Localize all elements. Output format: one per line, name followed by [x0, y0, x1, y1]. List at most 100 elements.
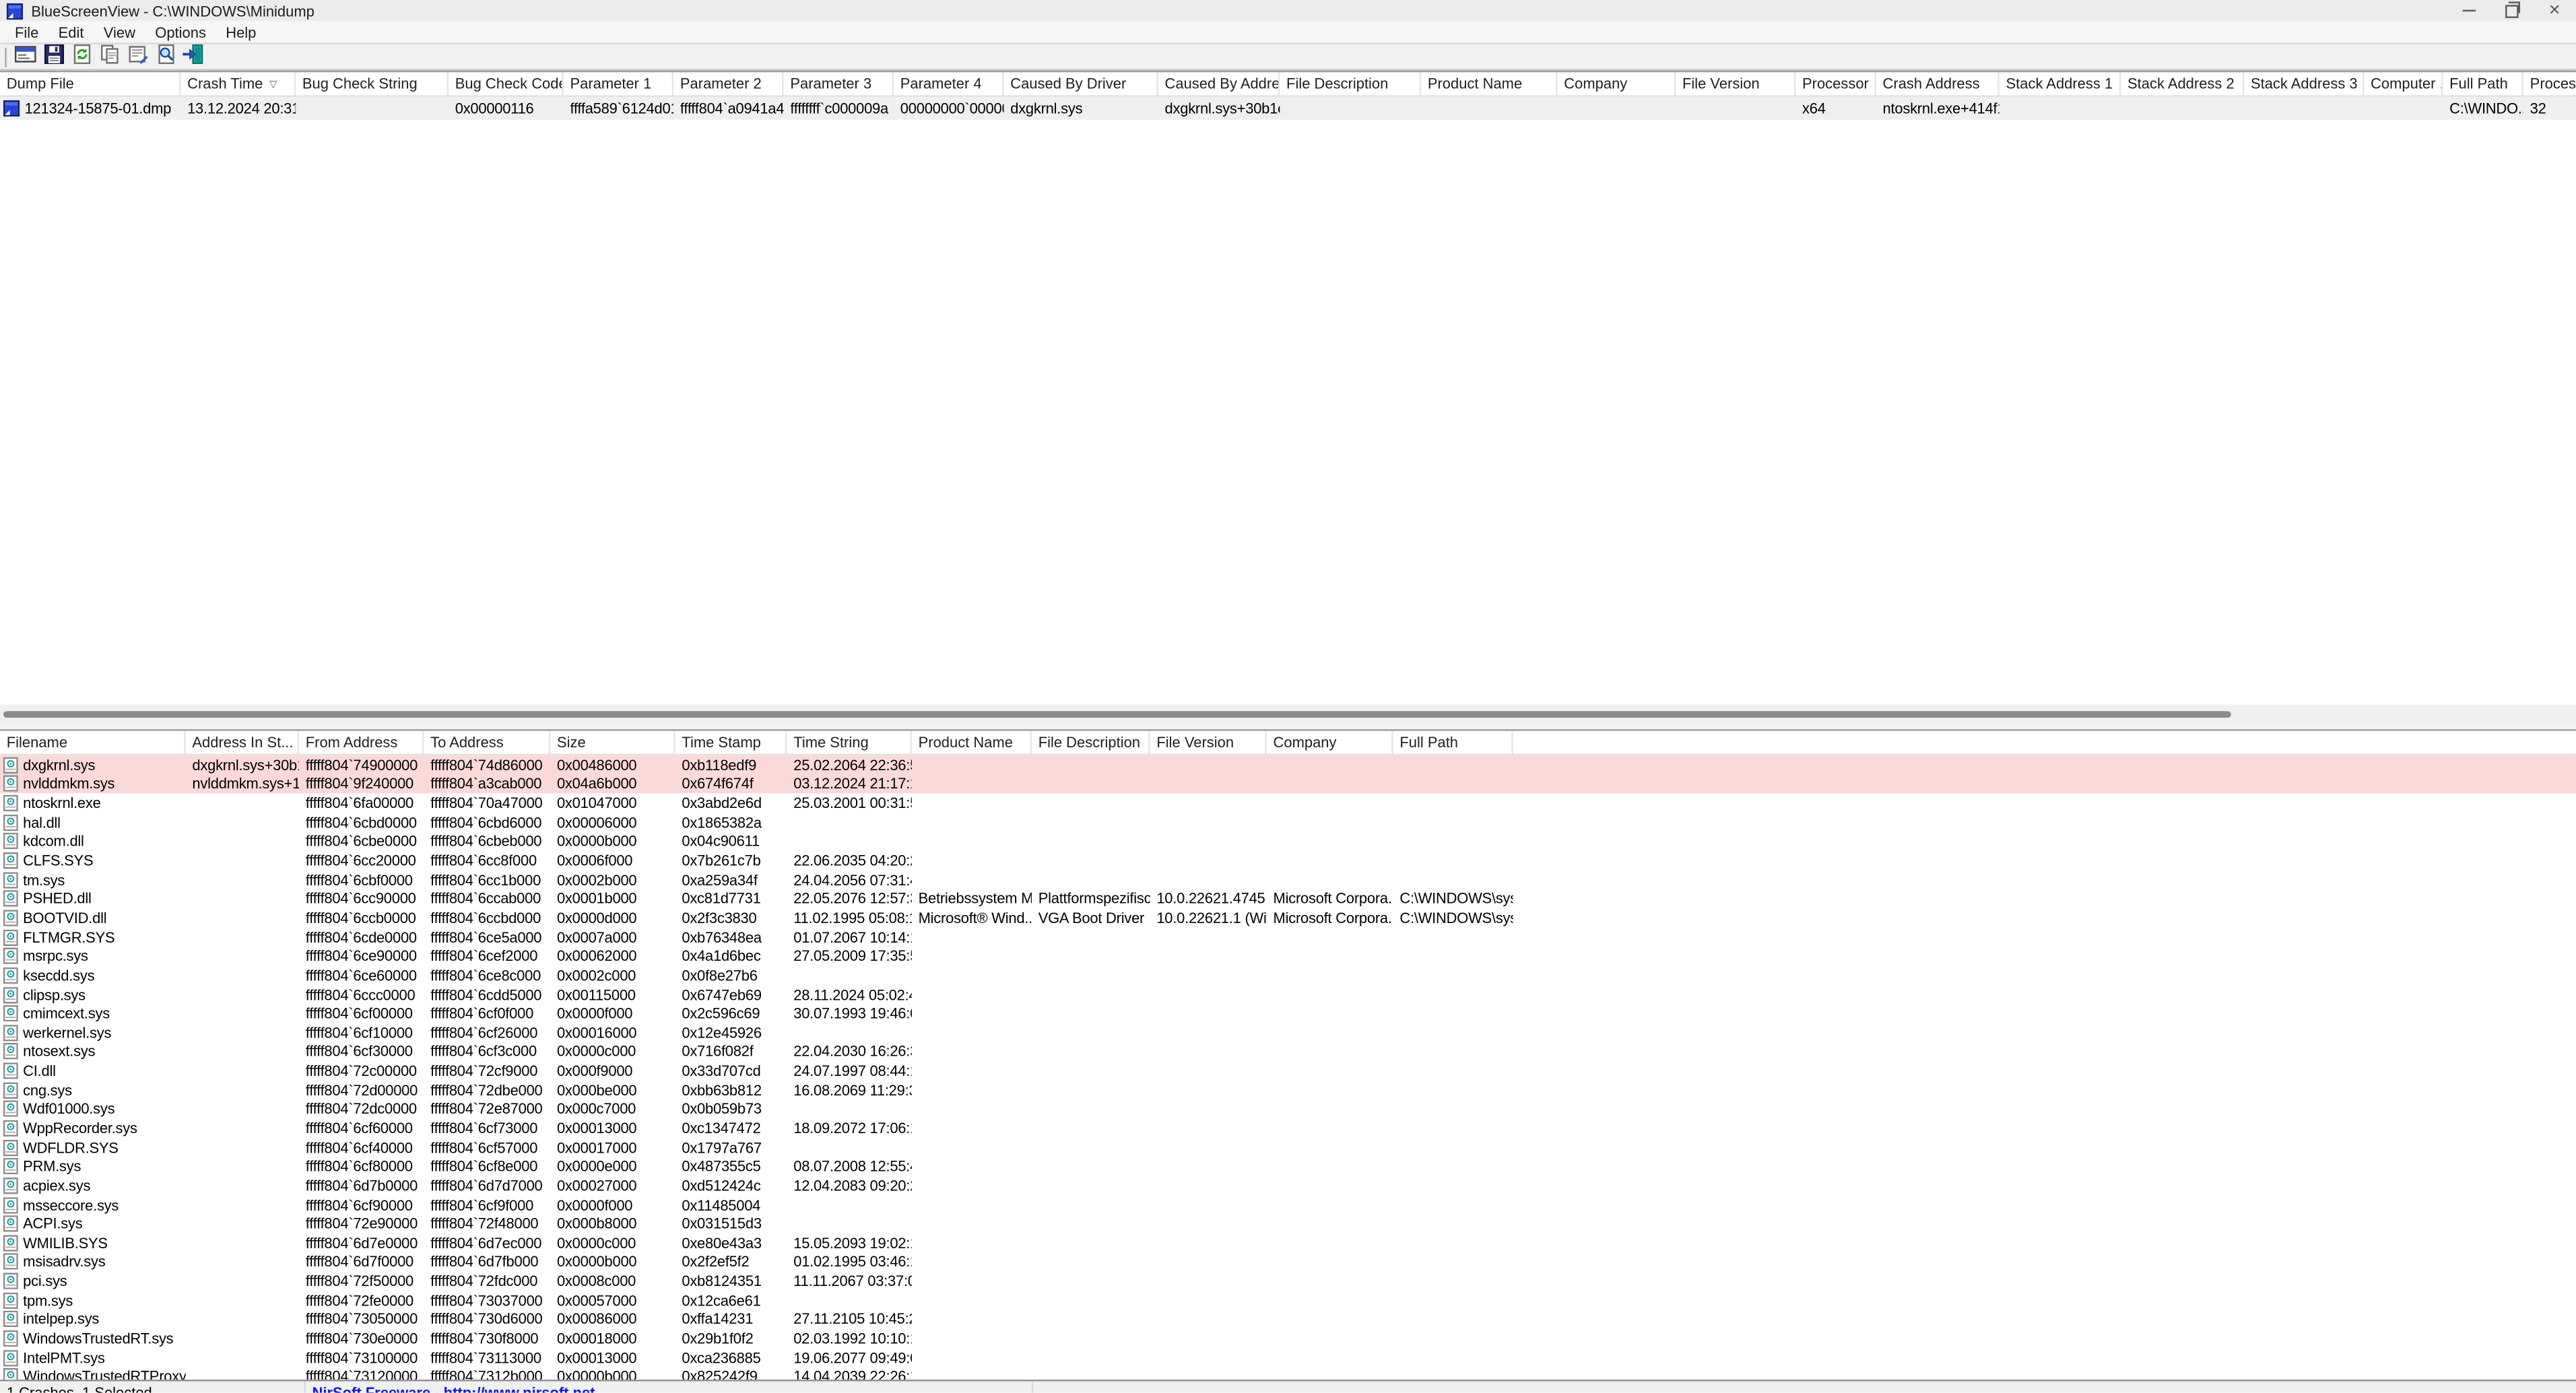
column-header-caused-by-driver[interactable]: Caused By Driver — [1003, 72, 1158, 95]
table-cell: fffff804`6d7b0000 — [299, 1178, 424, 1194]
column-header-crash-address[interactable]: Crash Address — [1876, 72, 2000, 95]
column-header-full-path[interactable]: Full Path — [2443, 72, 2523, 95]
table-row[interactable]: acpiex.sysfffff804`6d7b0000fffff804`6d7d… — [0, 1176, 2576, 1195]
column-header-parameter-4[interactable]: Parameter 4 — [894, 72, 1003, 95]
menu-file[interactable]: File — [5, 24, 48, 40]
save-button[interactable] — [40, 44, 67, 69]
menu-options[interactable]: Options — [145, 24, 216, 40]
column-header-parameter-2[interactable]: Parameter 2 — [673, 72, 783, 95]
column-header-file-version[interactable]: File Version — [1150, 731, 1267, 754]
table-row[interactable]: tm.sysfffff804`6cbf0000fffff804`6cc1b000… — [0, 871, 2576, 889]
table-row[interactable]: WindowsTrustedRTProxy.sysfffff804`731200… — [0, 1367, 2576, 1380]
table-row[interactable]: Wdf01000.sysfffff804`72dc0000fffff804`72… — [0, 1099, 2576, 1118]
minimize-button[interactable] — [2448, 0, 2490, 22]
table-row[interactable]: ntosext.sysfffff804`6cf30000fffff804`6cf… — [0, 1042, 2576, 1061]
column-header-product-name[interactable]: Product Name — [1421, 72, 1557, 95]
column-header-dump-file[interactable]: Dump File — [0, 72, 180, 95]
column-header-stack-address-3[interactable]: Stack Address 3 — [2244, 72, 2364, 95]
table-row[interactable]: 121324-15875-01.dmp13.12.2024 20:31:100x… — [0, 97, 2576, 120]
table-row[interactable]: PSHED.dllfffff804`6cc90000fffff804`6ccab… — [0, 889, 2576, 908]
table-row[interactable]: clipsp.sysfffff804`6ccc0000fffff804`6cdd… — [0, 985, 2576, 1004]
table-row[interactable]: IntelPMT.sysfffff804`73100000fffff804`73… — [0, 1348, 2576, 1367]
table-row[interactable]: PRM.sysfffff804`6cf80000fffff804`6cf8e00… — [0, 1157, 2576, 1176]
column-header-computer[interactable]: Computer ... — [2364, 72, 2443, 95]
column-header-file-description[interactable]: File Description — [1032, 731, 1150, 754]
table-row[interactable]: msseccore.sysfffff804`6cf90000fffff804`6… — [0, 1195, 2576, 1214]
status-bar: 1 Crashes, 1 Selected NirSoft Freeware -… — [0, 1380, 2576, 1393]
table-row[interactable]: WDFLDR.SYSfffff804`6cf40000fffff804`6cf5… — [0, 1138, 2576, 1157]
column-header-processor[interactable]: Processor — [1795, 72, 1876, 95]
close-button[interactable]: ✕ — [2534, 0, 2576, 22]
table-row[interactable]: WMILIB.SYSfffff804`6d7e0000fffff804`6d7e… — [0, 1233, 2576, 1252]
table-row[interactable]: nvlddmkm.sysnvlddmkm.sys+17...fffff804`9… — [0, 775, 2576, 794]
exit-button[interactable] — [179, 44, 207, 69]
table-row[interactable]: msisadrv.sysfffff804`6d7f0000fffff804`6d… — [0, 1252, 2576, 1271]
column-header-bug-check-code[interactable]: Bug Check Code — [449, 72, 564, 95]
table-row[interactable]: msrpc.sysfffff804`6ce90000fffff804`6cef2… — [0, 947, 2576, 965]
copy-button[interactable] — [95, 44, 123, 69]
column-header-parameter-3[interactable]: Parameter 3 — [784, 72, 894, 95]
pane-splitter[interactable] — [0, 724, 2576, 729]
column-header-processo[interactable]: Processo — [2523, 72, 2576, 95]
table-row[interactable]: CI.dllfffff804`72c00000fffff804`72cf9000… — [0, 1061, 2576, 1080]
table-row[interactable]: intelpep.sysfffff804`73050000fffff804`73… — [0, 1310, 2576, 1329]
table-row[interactable]: FLTMGR.SYSfffff804`6cde0000fffff804`6ce5… — [0, 928, 2576, 947]
column-header-filename[interactable]: Filename — [0, 731, 186, 754]
restore-button[interactable] — [2490, 0, 2533, 22]
table-row[interactable]: cng.sysfffff804`72d00000fffff804`72dbe00… — [0, 1081, 2576, 1099]
table-row[interactable]: WindowsTrustedRT.sysfffff804`730e0000fff… — [0, 1329, 2576, 1348]
horizontal-scrollbar[interactable] — [0, 705, 2576, 724]
column-header-caused-by-address[interactable]: Caused By Address — [1158, 72, 1280, 95]
filename-label: msisadrv.sys — [23, 1254, 105, 1270]
properties-button[interactable] — [123, 44, 151, 69]
column-header-stack-address-1[interactable]: Stack Address 1 — [2000, 72, 2121, 95]
table-cell: 0xb8124351 — [675, 1273, 787, 1289]
column-header-file-version[interactable]: File Version — [1676, 72, 1795, 95]
column-header-company[interactable]: Company — [1558, 72, 1676, 95]
advanced-options-button[interactable] — [11, 44, 39, 69]
menu-view[interactable]: View — [94, 24, 145, 40]
find-button[interactable] — [151, 44, 178, 69]
table-cell: fffff804`6cf8e000 — [424, 1158, 550, 1174]
filename-label: CLFS.SYS — [23, 852, 93, 869]
column-header-parameter-1[interactable]: Parameter 1 — [564, 72, 673, 95]
column-header-crash-time[interactable]: Crash Time▽ — [180, 72, 296, 95]
table-row[interactable]: cmimcext.sysfffff804`6cf00000fffff804`6c… — [0, 1004, 2576, 1023]
driver-file-icon — [3, 871, 18, 887]
table-row[interactable]: ntoskrnl.exefffff804`6fa00000fffff804`70… — [0, 794, 2576, 813]
table-cell: fffff804`6cf90000 — [299, 1196, 424, 1213]
table-row[interactable]: tpm.sysfffff804`72fe0000fffff804`7303700… — [0, 1291, 2576, 1310]
column-header-company[interactable]: Company — [1267, 731, 1393, 754]
menu-edit[interactable]: Edit — [48, 24, 94, 40]
scrollbar-thumb[interactable] — [3, 711, 2231, 718]
table-row[interactable]: werkernel.sysfffff804`6cf10000fffff804`6… — [0, 1023, 2576, 1042]
table-row[interactable]: hal.dllfffff804`6cbd0000fffff804`6cbd600… — [0, 813, 2576, 831]
column-header-time-string[interactable]: Time String — [787, 731, 911, 754]
column-header-file-description[interactable]: File Description — [1280, 72, 1421, 95]
column-header-size[interactable]: Size — [550, 731, 675, 754]
table-row[interactable]: WppRecorder.sysfffff804`6cf60000fffff804… — [0, 1119, 2576, 1138]
table-cell: fffff804`72f48000 — [424, 1216, 550, 1232]
refresh-button[interactable] — [67, 44, 95, 69]
column-header-from-address[interactable]: From Address — [299, 731, 424, 754]
column-header-time-stamp[interactable]: Time Stamp — [675, 731, 787, 754]
table-row[interactable]: ACPI.sysfffff804`72e90000fffff804`72f480… — [0, 1215, 2576, 1233]
table-row[interactable]: ksecdd.sysfffff804`6ce60000fffff804`6ce8… — [0, 965, 2576, 984]
table-row[interactable]: dxgkrnl.sysdxgkrnl.sys+30b1eefffff804`74… — [0, 755, 2576, 774]
table-cell: fffff804`6d7ec000 — [424, 1235, 550, 1251]
column-header-bug-check-string[interactable]: Bug Check String — [296, 72, 449, 95]
table-row[interactable]: BOOTVID.dllfffff804`6ccb0000fffff804`6cc… — [0, 908, 2576, 927]
column-header-label: File Description — [1286, 75, 1388, 92]
column-header-product-name[interactable]: Product Name — [912, 731, 1032, 754]
column-header-to-address[interactable]: To Address — [424, 731, 550, 754]
table-row[interactable]: pci.sysfffff804`72f50000fffff804`72fdc00… — [0, 1272, 2576, 1291]
column-header-address-in-st[interactable]: Address In St...▴ — [186, 731, 299, 754]
column-header-label: Stack Address 3 — [2251, 75, 2358, 92]
minimize-icon — [2463, 10, 2476, 11]
table-row[interactable]: CLFS.SYSfffff804`6cc20000fffff804`6cc8f0… — [0, 851, 2576, 870]
column-header-full-path[interactable]: Full Path — [1393, 731, 1513, 754]
menu-help[interactable]: Help — [216, 24, 266, 40]
nirsoft-link[interactable]: NirSoft Freeware - http://www.nirsoft.ne… — [312, 1384, 595, 1392]
column-header-stack-address-2[interactable]: Stack Address 2 — [2121, 72, 2244, 95]
table-row[interactable]: kdcom.dllfffff804`6cbe0000fffff804`6cbeb… — [0, 832, 2576, 851]
